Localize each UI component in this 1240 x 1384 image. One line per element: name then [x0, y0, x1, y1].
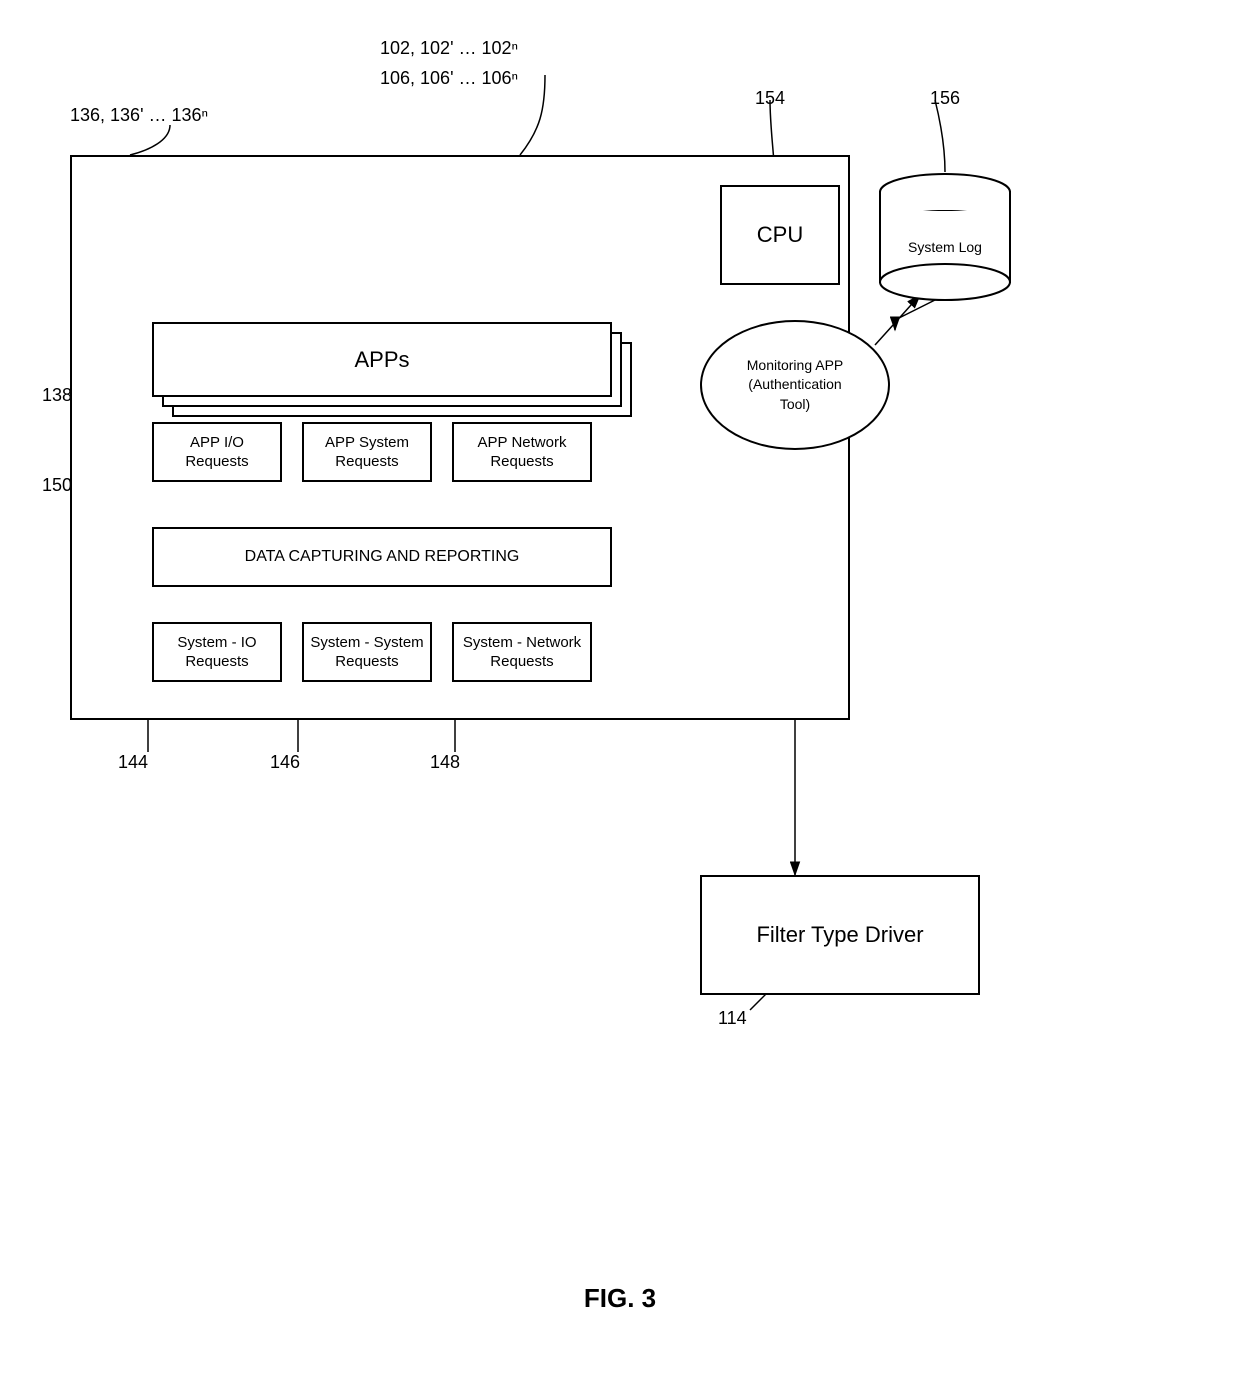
apps-box: APPs: [152, 322, 612, 397]
label-136: 136, 136' … 136ⁿ: [70, 105, 208, 126]
cpu-label: CPU: [757, 221, 803, 250]
label-156: 156: [930, 88, 960, 109]
app-system-label: APP SystemRequests: [325, 433, 409, 472]
sys-network-label: System - NetworkRequests: [463, 633, 581, 672]
label-148: 148: [430, 752, 460, 773]
label-150: 150: [42, 475, 72, 496]
sys-io-box: System - IORequests: [152, 622, 282, 682]
monitoring-label: Monitoring APP(AuthenticationTool): [747, 356, 844, 415]
label-106: 106, 106' … 106ⁿ: [380, 68, 518, 89]
sys-system-box: System - SystemRequests: [302, 622, 432, 682]
app-io-box: APP I/ORequests: [152, 422, 282, 482]
system-log-cylinder: System Log: [875, 172, 1015, 302]
app-io-label: APP I/ORequests: [185, 433, 248, 472]
sys-system-label: System - SystemRequests: [310, 633, 423, 672]
sys-io-label: System - IORequests: [177, 633, 256, 672]
monitoring-ellipse: Monitoring APP(AuthenticationTool): [700, 320, 890, 450]
app-system-box: APP SystemRequests: [302, 422, 432, 482]
label-102: 102, 102' … 102ⁿ: [380, 38, 518, 59]
svg-text:System Log: System Log: [908, 239, 982, 255]
label-114: 114: [718, 1008, 747, 1029]
sys-network-box: System - NetworkRequests: [452, 622, 592, 682]
filter-driver-label: Filter Type Driver: [756, 921, 923, 950]
label-144: 144: [118, 752, 148, 773]
filter-driver-box: Filter Type Driver: [700, 875, 980, 995]
figure-label: FIG. 3: [584, 1283, 656, 1314]
data-capture-box: DATA CAPTURING AND REPORTING: [152, 527, 612, 587]
apps-label: APPs: [354, 347, 409, 373]
label-146: 146: [270, 752, 300, 773]
label-138: 138: [42, 385, 72, 406]
app-network-box: APP NetworkRequests: [452, 422, 592, 482]
label-154: 154: [755, 88, 785, 109]
app-network-label: APP NetworkRequests: [478, 433, 567, 472]
data-capture-label: DATA CAPTURING AND REPORTING: [245, 547, 520, 568]
diagram-container: 102, 102' … 102ⁿ 106, 106' … 106ⁿ 136, 1…: [0, 0, 1240, 1384]
cpu-box: CPU: [720, 185, 840, 285]
